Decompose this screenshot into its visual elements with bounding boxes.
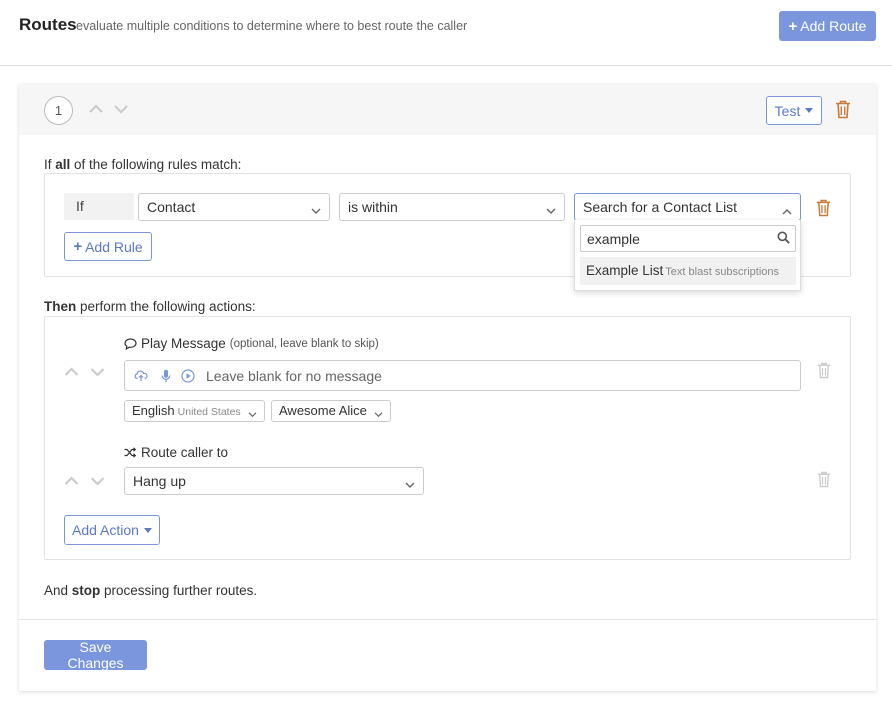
footer-bold: stop [71,583,101,598]
speech-bubble-icon [124,337,137,350]
voice-select[interactable]: Awesome Alice [271,400,391,422]
add-action-label: Add Action [72,522,139,538]
play-circle-icon[interactable] [181,369,195,386]
stop-processing-text: And stop processing further routes. [44,583,257,598]
chevron-up-icon [782,202,792,218]
route-caller-select[interactable]: Hang up [124,467,424,495]
language-region: United States [177,406,241,418]
plus-icon: + [788,17,798,35]
contact-list-search-value: example [587,231,640,247]
add-action-button[interactable]: Add Action [64,515,160,545]
cloud-upload-icon[interactable] [134,369,148,385]
actions-heading-post: perform the following actions: [76,299,256,314]
shuffle-icon [124,447,136,458]
language-select[interactable]: English United States [124,400,265,422]
footer-pre: And [44,583,72,598]
actions-heading-bold: Then [44,299,77,314]
language-value: English [132,403,175,418]
save-changes-button[interactable]: Save Changes [44,639,147,671]
search-icon [777,231,790,247]
rule-operator-select[interactable]: is within [339,193,565,221]
delete-action-trash-icon[interactable] [817,471,831,491]
actions-heading: Then perform the following actions: [44,299,256,314]
voice-value: Awesome Alice [279,403,367,418]
add-route-button[interactable]: + Add Route [779,11,876,41]
contact-list-dropdown: example Example List Text blast subscript… [574,220,801,291]
contact-list-option[interactable]: Example List Text blast subscriptions [580,257,796,285]
add-rule-button[interactable]: + Add Rule [64,232,152,261]
rules-heading-pre: If [44,157,56,172]
message-input[interactable]: Leave blank for no message [124,360,801,391]
chevron-down-icon[interactable] [90,475,105,488]
rule-if-label: If [64,193,134,220]
rule-field-value: Contact [147,199,196,215]
chevron-down-icon [405,476,415,492]
chevron-up-icon[interactable] [64,365,79,378]
chevron-down-icon [374,406,383,421]
add-rule-label: Add Rule [85,238,143,255]
play-message-heading: Play Message (optional, leave blank to s… [124,336,379,351]
route-number: 1 [44,96,73,125]
plus-icon: + [73,238,83,255]
route-caller-value: Hang up [133,473,186,489]
delete-route-trash-icon[interactable] [835,100,851,122]
caret-down-icon [805,108,814,113]
play-message-title: Play Message [141,336,226,351]
rules-heading: If all of the following rules match: [44,157,241,172]
divider [19,619,876,620]
contact-list-option-description: Text blast subscriptions [665,266,780,278]
chevron-down-icon[interactable] [114,103,128,116]
delete-rule-trash-icon[interactable] [816,199,831,220]
route-card: 1 Test If all of the following rules mat… [19,84,876,691]
chevron-up-icon[interactable] [64,474,79,487]
rules-heading-post: of the following rules match: [70,157,242,172]
route-caller-title: Route caller to [141,445,229,460]
route-caller-heading: Route caller to [124,445,228,460]
chevron-down-icon [248,406,257,421]
page-title: Routes [19,15,77,34]
chevron-down-icon [546,202,556,218]
route-card-header: 1 Test [19,84,876,135]
chevron-down-icon [311,202,321,218]
delete-action-trash-icon[interactable] [817,362,831,382]
microphone-icon[interactable] [161,369,171,386]
test-dropdown-button[interactable]: Test [766,96,822,125]
contact-list-select[interactable]: Search for a Contact List [574,193,801,221]
contact-list-option-name: Example List [586,263,664,278]
rule-operator-value: is within [348,199,398,215]
chevron-up-icon[interactable] [89,102,103,115]
rules-heading-bold: all [55,157,71,172]
page-header: Routes evaluate multiple conditions to d… [0,0,892,66]
rule-field-select[interactable]: Contact [138,193,330,221]
add-route-label: Add Route [800,18,867,34]
page-subtitle: evaluate multiple conditions to determin… [76,19,468,33]
contact-list-placeholder: Search for a Contact List [583,199,738,215]
actions-box [44,316,851,560]
test-label: Test [774,102,801,119]
play-message-hint: (optional, leave blank to skip) [229,337,379,350]
caret-down-icon [143,527,152,533]
message-placeholder: Leave blank for no message [206,368,382,384]
footer-post: processing further routes. [100,583,258,598]
chevron-down-icon[interactable] [90,366,105,379]
contact-list-search-input[interactable]: example [580,225,796,252]
